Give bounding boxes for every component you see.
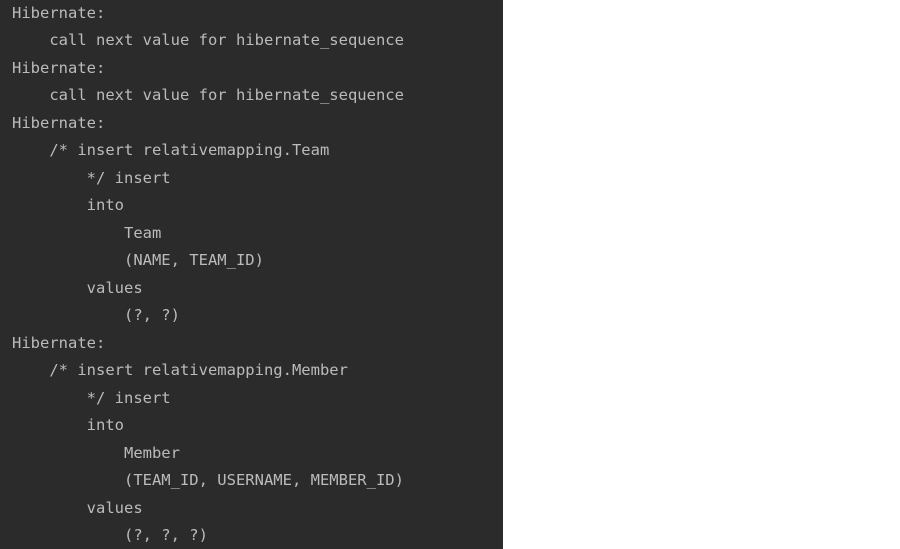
console-line: Hibernate: — [12, 4, 115, 22]
console-line: /* insert relativemapping.Team — [12, 141, 330, 159]
console-line: (?, ?) — [12, 306, 180, 324]
console-line: into — [12, 416, 124, 434]
console-line: (TEAM_ID, USERNAME, MEMBER_ID) — [12, 471, 414, 489]
console-line: values — [12, 279, 143, 297]
console-line: (?, ?, ?) — [12, 526, 208, 544]
console-line: values — [12, 499, 143, 517]
blank-background — [503, 0, 900, 549]
console-line: Member — [12, 444, 180, 462]
console-line: Hibernate: — [12, 334, 115, 352]
console-output-panel[interactable]: Hibernate: call next value for hibernate… — [0, 0, 503, 549]
console-line: call next value for hibernate_sequence — [12, 86, 404, 104]
console-line: (NAME, TEAM_ID) — [12, 251, 274, 269]
console-line: call next value for hibernate_sequence — [12, 31, 404, 49]
console-line: Hibernate: — [12, 59, 115, 77]
console-line: */ insert — [12, 389, 180, 407]
console-line: Team — [12, 224, 162, 242]
console-line: */ insert — [12, 169, 180, 187]
console-line: into — [12, 196, 124, 214]
console-line: /* insert relativemapping.Member — [12, 361, 348, 379]
console-line: Hibernate: — [12, 114, 115, 132]
